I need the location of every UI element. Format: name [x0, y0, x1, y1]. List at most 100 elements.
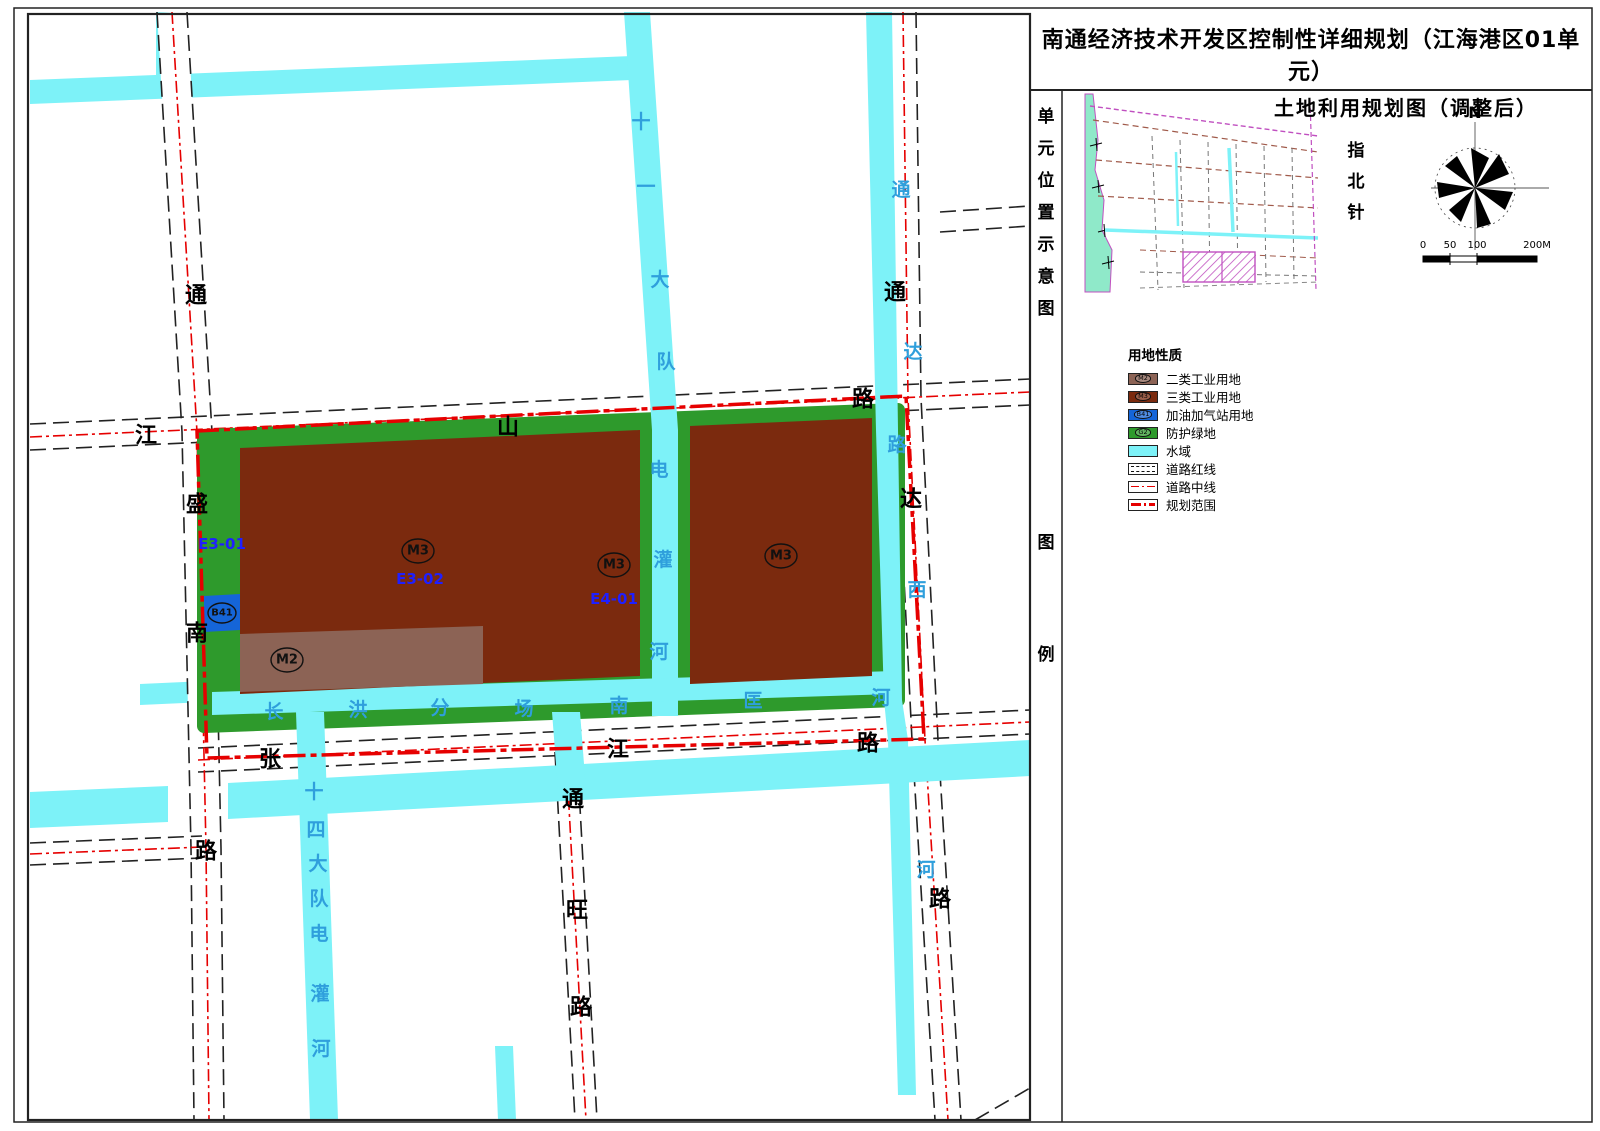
- legend-item: 水域: [1128, 442, 1388, 459]
- legend-header: 用地性质: [1128, 344, 1388, 364]
- river-name-char: 队: [309, 887, 329, 910]
- plan-subtitle: 土地利用规划图（调整后）: [1032, 92, 1590, 121]
- parcel-code-label: M3: [770, 549, 792, 564]
- river-name-char: 河: [871, 687, 890, 709]
- title-block: 南通经济技术开发区控制性详细规划（江海港区01单元） 土地利用规划图（调整后）: [1032, 16, 1590, 90]
- road-name-char: 南: [186, 622, 208, 647]
- legend-item-label: 加油加气站用地: [1166, 405, 1254, 424]
- north-compass: N: [1431, 103, 1549, 250]
- legend-item: 道路中线: [1128, 478, 1388, 495]
- river-name-char: 场: [514, 698, 533, 720]
- river-name-char: 电: [309, 922, 328, 945]
- road-name-char: 江: [135, 424, 157, 449]
- river-name-char: 路: [887, 433, 907, 456]
- parcel-code-label: M3: [603, 558, 625, 573]
- location-label-char: 示: [1033, 230, 1059, 255]
- location-label-char: 置: [1033, 198, 1059, 223]
- legend-item: M2 二类工业用地: [1128, 370, 1388, 387]
- main-map: 十一大队电灌河通达路西河长洪分场南匡河十四大队电灌河 通盛南路江山路张江路通达路…: [30, 12, 1030, 1120]
- location-label-char: 元: [1033, 134, 1059, 159]
- legend-item-label: 水域: [1166, 441, 1191, 460]
- river-name-char: 一: [636, 176, 655, 198]
- legend-label-char: 图: [1033, 528, 1059, 553]
- legend-swatch: G2: [1128, 427, 1158, 439]
- legend-item-label: 道路红线: [1166, 459, 1216, 478]
- river-name-char: 分: [430, 697, 449, 719]
- legend-item: 道路红线: [1128, 460, 1388, 477]
- legend-swatch: M3: [1128, 391, 1158, 403]
- road-name-char: 达: [900, 488, 922, 513]
- river-name-char: 河: [649, 641, 668, 663]
- river-name-char: 河: [916, 859, 935, 881]
- road-east-branch: [940, 216, 1030, 222]
- river-name-char: 西: [907, 579, 926, 601]
- road-name-char: 通: [884, 281, 906, 306]
- legend-label-char: 例: [1033, 640, 1059, 665]
- river-name-char: 灌: [310, 982, 329, 1005]
- inset-unit-highlight: [1183, 252, 1255, 282]
- legend-swatch-code: M2: [1135, 374, 1151, 383]
- legend-item: B41 加油加气站用地: [1128, 406, 1388, 423]
- zone-code-label: E4-01: [590, 590, 638, 608]
- river-name-char: 十: [304, 780, 323, 803]
- scale-tick: 50: [1444, 240, 1457, 251]
- road-name-char: 通: [185, 284, 207, 309]
- road-name-char: 路: [195, 839, 218, 865]
- legend-line-symbol: [1128, 499, 1158, 511]
- legend-item-label: 二类工业用地: [1166, 369, 1241, 388]
- location-label-char: 单: [1033, 102, 1059, 127]
- river-name-char: 通: [891, 179, 911, 201]
- legend-rows: M2 二类工业用地 M3 三类工业用地 B41 加油加气站用地 G2 防护绿地水域道路红线道路…: [1128, 370, 1388, 513]
- parcel-code-label: M3: [407, 544, 429, 559]
- river-name-char: 匡: [743, 690, 762, 712]
- river-name-char: 电: [649, 458, 668, 481]
- plan-title: 南通经济技术开发区控制性详细规划（江海港区01单元）: [1032, 22, 1590, 86]
- legend-swatch-code: B41: [1134, 410, 1153, 419]
- river-name-char: 河: [311, 1038, 330, 1060]
- north-label-char: 针: [1345, 198, 1367, 223]
- river-name-char: 十: [631, 110, 650, 133]
- road-name-char: 张: [259, 748, 282, 773]
- river-bottom-stub: [495, 1046, 516, 1120]
- scale-tick: 0: [1420, 240, 1426, 251]
- legend-item-label: 防护绿地: [1166, 423, 1216, 442]
- river-name-char: 长: [264, 701, 284, 723]
- river-name-char: 洪: [348, 699, 367, 721]
- zone-code-label: E3-02: [396, 570, 444, 588]
- north-label-char: 指: [1345, 136, 1367, 161]
- legend-item: G2 防护绿地: [1128, 424, 1388, 441]
- north-label-char: 北: [1345, 167, 1367, 192]
- river-name-char: 南: [609, 695, 628, 717]
- location-label-char: 位: [1033, 166, 1059, 191]
- location-label-char: 图: [1033, 294, 1059, 319]
- road-name-char: 江: [607, 738, 629, 763]
- river-name-char: 大: [650, 268, 669, 291]
- legend-swatch: M2: [1128, 373, 1158, 385]
- legend-panel: 用地性质 M2二类工业用地M3三类工业用地B41加油加气站用地G2防护绿地水域道…: [1128, 344, 1388, 514]
- legend-swatch: B41: [1128, 409, 1158, 421]
- river-name-char: 灌: [653, 548, 672, 571]
- road-name-char: 通: [562, 788, 584, 813]
- legend-item: M3 三类工业用地: [1128, 388, 1388, 405]
- road-name-char: 路: [857, 731, 880, 757]
- parcel-code-label: B41: [211, 608, 233, 619]
- legend-swatch-code: G2: [1135, 428, 1150, 437]
- road-name-char: 路: [929, 887, 952, 913]
- legend-item-label: 三类工业用地: [1166, 387, 1241, 406]
- legend-line-symbol: [1128, 463, 1158, 475]
- river-south-west: [30, 786, 168, 828]
- road-name-char: 路: [852, 387, 875, 413]
- river-name-char: 大: [308, 852, 327, 875]
- location-inset-map: [1085, 94, 1318, 292]
- plan-sheet: 十一大队电灌河通达路西河长洪分场南匡河十四大队电灌河 通盛南路江山路张江路通达路…: [0, 0, 1600, 1131]
- road-name-char: 路: [570, 995, 593, 1021]
- legend-item: 规划范围: [1128, 496, 1388, 513]
- road-name-char: 盛: [186, 492, 208, 518]
- road-name-char: 旺: [566, 899, 588, 924]
- road-name-char: 山: [497, 416, 519, 441]
- river-topleft: [30, 56, 632, 104]
- zone-code-label: E3-01: [198, 535, 246, 553]
- legend-item-label: 道路中线: [1166, 477, 1216, 496]
- scale-bar: [1423, 253, 1537, 265]
- river-name-char: 队: [656, 350, 676, 373]
